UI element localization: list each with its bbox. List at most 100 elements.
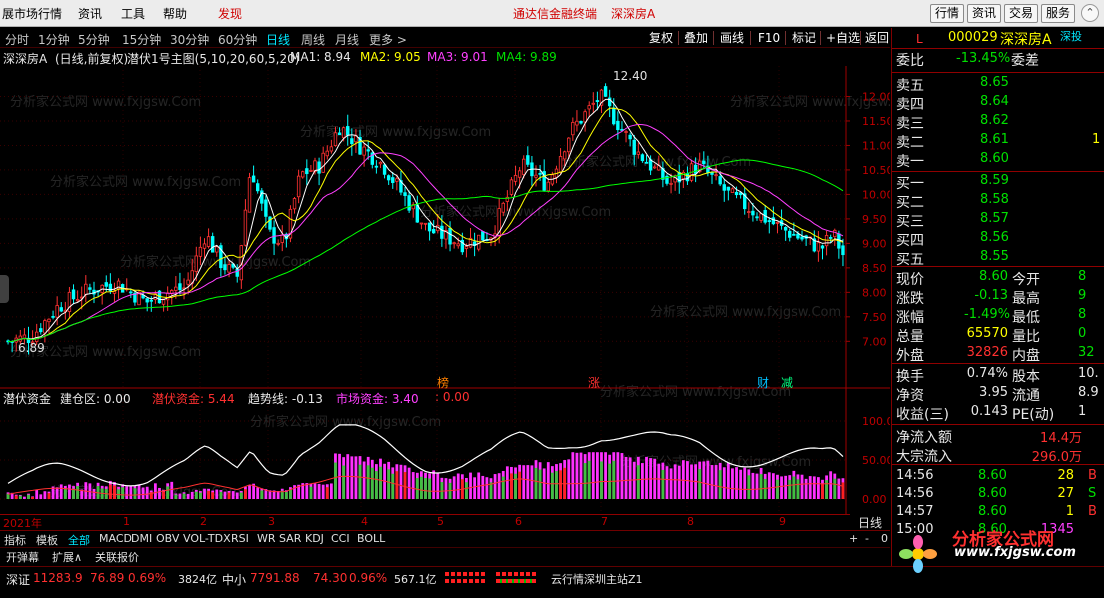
- candle-body: [337, 132, 342, 136]
- candle-body: [587, 105, 591, 110]
- btn-trade[interactable]: 交易: [1004, 4, 1038, 23]
- ind-bar: [747, 475, 751, 499]
- ind-bar: [35, 489, 39, 499]
- event-marker[interactable]: 减: [781, 376, 793, 390]
- price-tick-label: 7.00: [862, 335, 887, 348]
- btn-restore-rights[interactable]: 复权: [649, 30, 673, 46]
- bid-price[interactable]: 8.58: [980, 192, 1009, 207]
- tab-vol[interactable]: VOL-TDX: [182, 532, 232, 547]
- tab-macd[interactable]: MACD: [98, 532, 133, 547]
- zoom-out-button[interactable]: -: [864, 532, 870, 547]
- date-label: 2021年: [3, 517, 42, 530]
- ask-price[interactable]: 8.60: [980, 151, 1009, 166]
- candle-body: [419, 222, 424, 225]
- candle-body: [562, 151, 567, 160]
- server-name[interactable]: 云行情深圳主站Z1: [551, 571, 643, 587]
- low-label: 6.89: [18, 341, 45, 355]
- tf-daily[interactable]: 日线: [266, 31, 290, 48]
- ind-jcq: 建仓区: 0.00: [60, 392, 131, 406]
- menu-discover[interactable]: 发现: [218, 5, 242, 22]
- btn-add-watchlist[interactable]: +自选: [826, 30, 860, 46]
- zoom-in-button[interactable]: +: [848, 532, 859, 547]
- tab-sar[interactable]: SAR: [278, 532, 302, 547]
- candle-body: [145, 298, 149, 303]
- tab-template[interactable]: 模板: [35, 532, 59, 547]
- tf-minute[interactable]: 分时: [5, 31, 29, 48]
- btn-service[interactable]: 服务: [1041, 4, 1075, 23]
- ind-bar: [186, 493, 190, 499]
- tf-15min[interactable]: 15分钟: [122, 31, 161, 48]
- stat-label: 最高: [1012, 291, 1040, 307]
- tab-related[interactable]: 关联报价: [94, 549, 140, 564]
- ask-price[interactable]: 8.64: [980, 94, 1009, 109]
- ask-price[interactable]: 8.61: [980, 132, 1009, 147]
- btn-draw[interactable]: 画线: [720, 30, 744, 46]
- market-bar-icon: [445, 572, 485, 576]
- tab-dmi[interactable]: DMI: [130, 532, 153, 547]
- btn-f10[interactable]: F10: [758, 30, 780, 46]
- chevron-up-icon[interactable]: ⌃: [1081, 4, 1099, 22]
- tab-danmu[interactable]: 开弹幕: [5, 549, 40, 564]
- zoom-reset-button[interactable]: 0: [880, 532, 889, 547]
- candle-body: [382, 164, 387, 175]
- ind-bar: [579, 452, 583, 499]
- ask-price[interactable]: 8.65: [980, 75, 1009, 90]
- tf-monthly[interactable]: 月线: [335, 31, 359, 48]
- tf-5min[interactable]: 5分钟: [78, 31, 110, 48]
- price-chart-area[interactable]: 分析家公式网 www.fxjgsw.Com 分析家公式网 www.fxjgsw.C…: [0, 66, 890, 514]
- event-marker[interactable]: 涨: [588, 375, 600, 390]
- candle-body: [51, 316, 55, 318]
- tf-1min[interactable]: 1分钟: [38, 31, 70, 48]
- tab-rsi[interactable]: RSI: [230, 532, 250, 547]
- tab-wr[interactable]: WR: [256, 532, 277, 547]
- tab-boll[interactable]: BOLL: [356, 532, 386, 547]
- btn-quote[interactable]: 行情: [930, 4, 964, 23]
- menu-news[interactable]: 资讯: [78, 5, 102, 22]
- tab-obv[interactable]: OBV: [155, 532, 180, 547]
- tick-volume: 28: [1057, 468, 1074, 483]
- menu-help[interactable]: 帮助: [163, 5, 187, 22]
- candle-body: [55, 305, 59, 318]
- menu-market[interactable]: 展市场行情: [2, 5, 62, 22]
- panel-collapse-handle[interactable]: [0, 275, 9, 303]
- date-axis: 2021年 1 2 3 4 5 6 7 8 9: [0, 514, 850, 530]
- tf-30min[interactable]: 30分钟: [170, 31, 209, 48]
- candle-body: [669, 182, 673, 185]
- tf-weekly[interactable]: 周线: [301, 31, 325, 48]
- tab-all[interactable]: 全部: [67, 532, 91, 547]
- ind-bar: [591, 452, 595, 499]
- event-marker[interactable]: 财: [757, 376, 769, 390]
- candle-body: [714, 174, 718, 177]
- bid-price[interactable]: 8.55: [980, 249, 1009, 264]
- ind-bar: [493, 474, 497, 499]
- ind-bar: [677, 465, 681, 499]
- date-label: 7: [601, 515, 608, 528]
- ind-bar: [645, 456, 648, 499]
- price-tick-label: 9.50: [862, 213, 887, 226]
- candle-body: [726, 186, 731, 191]
- tab-cci[interactable]: CCI: [330, 532, 351, 547]
- bid-price[interactable]: 8.57: [980, 211, 1009, 226]
- bid-price[interactable]: 8.56: [980, 230, 1009, 245]
- menu-tools[interactable]: 工具: [121, 5, 145, 22]
- stat-value: -0.13: [974, 288, 1008, 303]
- candle-body: [534, 174, 538, 178]
- ind-bar: [113, 485, 116, 499]
- tab-indicator[interactable]: 指标: [3, 532, 27, 547]
- btn-overlay[interactable]: 叠加: [684, 30, 708, 46]
- ind-bar: [489, 482, 493, 499]
- candle-body: [215, 246, 219, 253]
- tab-kdj[interactable]: KDJ: [304, 532, 325, 547]
- tf-more[interactable]: 更多 >: [369, 31, 407, 48]
- event-marker[interactable]: 榜: [437, 375, 449, 390]
- ind-bar: [530, 465, 534, 499]
- ind-bar: [178, 493, 182, 499]
- tf-60min[interactable]: 60分钟: [218, 31, 257, 48]
- bid-price[interactable]: 8.59: [980, 173, 1009, 188]
- ind-bar: [612, 460, 616, 499]
- btn-back[interactable]: 返回: [865, 30, 889, 46]
- btn-mark[interactable]: 标记: [792, 30, 816, 46]
- btn-info[interactable]: 资讯: [967, 4, 1001, 23]
- ask-price[interactable]: 8.62: [980, 113, 1009, 128]
- tab-expand[interactable]: 扩展∧: [51, 549, 83, 564]
